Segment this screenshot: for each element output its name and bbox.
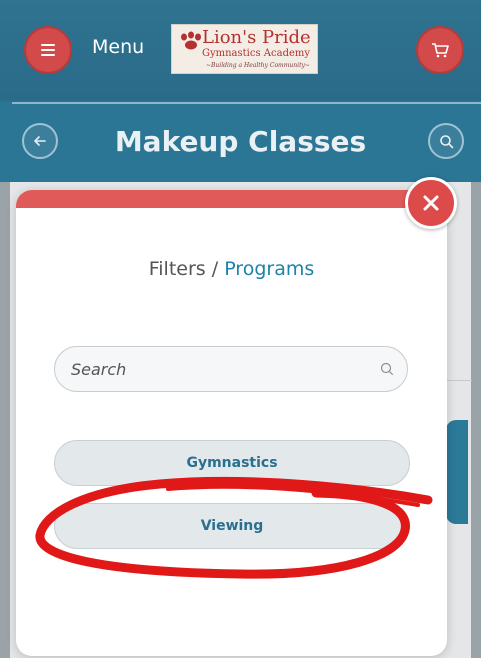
left-gutter	[0, 182, 10, 658]
background-divider	[444, 380, 472, 381]
search-placeholder: Search	[71, 360, 127, 379]
background-side-button[interactable]	[446, 420, 468, 524]
breadcrumb: Filters / Programs	[16, 258, 447, 280]
breadcrumb-separator: /	[205, 258, 225, 280]
modal-accent-bar	[16, 190, 447, 208]
breadcrumb-current: Programs	[224, 258, 315, 280]
hamburger-icon	[41, 44, 55, 56]
top-navigation-bar: Menu Lion's Pride Gymnastics Academy ~Bu…	[0, 0, 481, 100]
close-modal-button[interactable]	[405, 177, 457, 229]
logo-subtitle: Gymnastics Academy	[202, 48, 311, 59]
breadcrumb-root[interactable]: Filters	[149, 258, 206, 280]
filter-modal: Filters / Programs Search Gymnastics Vie…	[16, 190, 447, 656]
header-search-button[interactable]	[428, 123, 464, 159]
site-logo[interactable]: Lion's Pride Gymnastics Academy ~Buildin…	[171, 24, 318, 74]
menu-label[interactable]: Menu	[92, 36, 144, 58]
page-title: Makeup Classes	[114, 125, 367, 158]
menu-button[interactable]	[24, 26, 72, 74]
logo-tagline: ~Building a Healthy Community~	[206, 62, 310, 69]
program-option-viewing[interactable]: Viewing	[54, 503, 410, 549]
cart-button[interactable]	[416, 26, 464, 74]
close-icon	[423, 195, 439, 211]
search-icon	[380, 362, 394, 376]
page-header: Makeup Classes	[0, 102, 481, 182]
logo-brand-text: Lion's Pride	[202, 27, 311, 48]
cart-icon	[432, 43, 449, 58]
search-input[interactable]: Search	[54, 346, 408, 392]
header-divider	[12, 102, 481, 104]
right-gutter	[471, 182, 481, 658]
program-option-gymnastics[interactable]: Gymnastics	[54, 440, 410, 486]
search-icon	[439, 134, 453, 148]
